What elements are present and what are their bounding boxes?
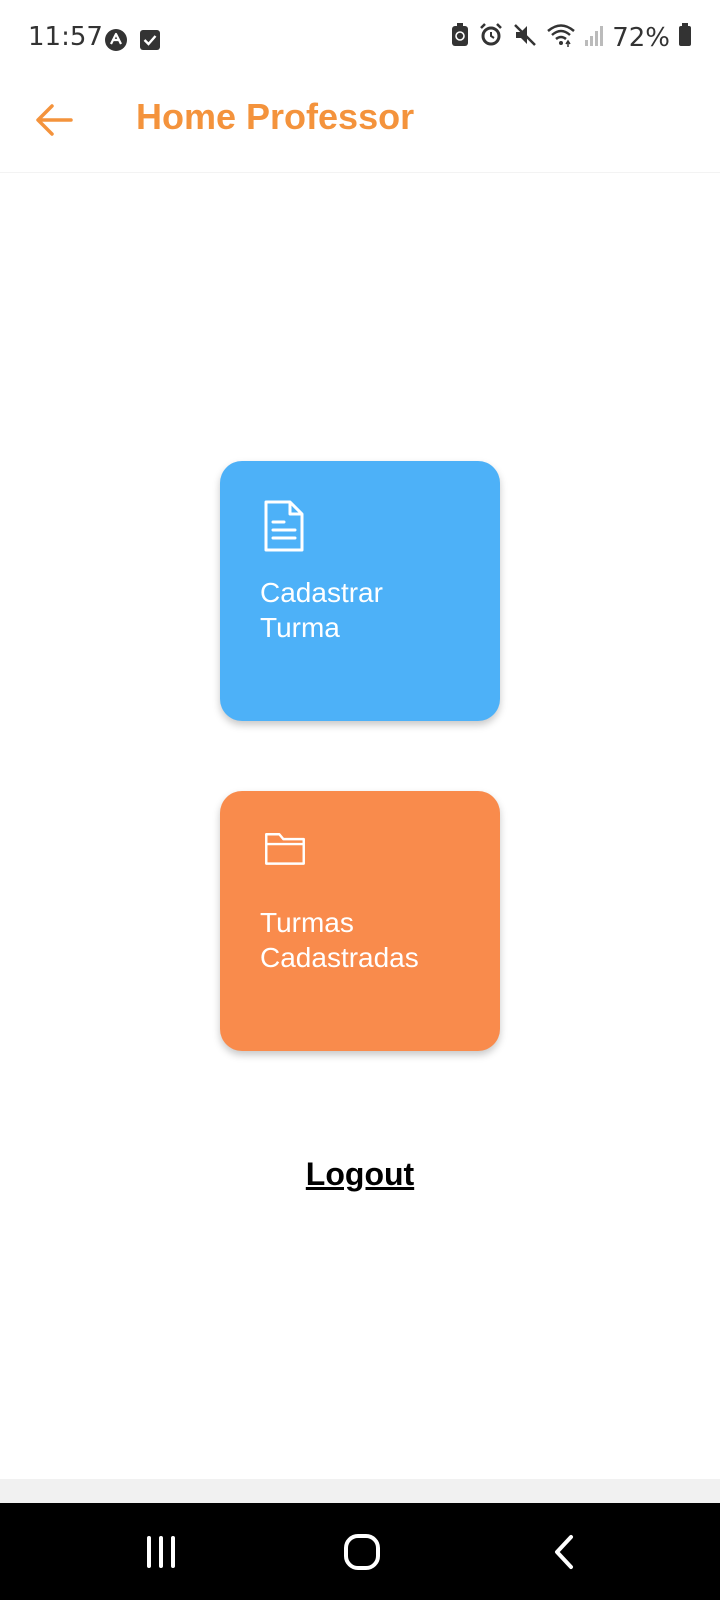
home-icon bbox=[344, 1534, 380, 1570]
card-label-line2: Cadastradas bbox=[260, 942, 419, 973]
mute-icon bbox=[512, 22, 538, 53]
cadastrar-turma-card[interactable]: Cadastrar Turma bbox=[220, 461, 500, 721]
system-nav-bar bbox=[0, 1503, 720, 1600]
arrow-left-icon bbox=[36, 104, 73, 136]
wifi-icon bbox=[546, 22, 576, 53]
screen: 11:57 72% Home Professor Cadastrar Turma… bbox=[0, 0, 720, 1600]
status-bar: 11:57 72% bbox=[0, 0, 720, 80]
card-label-line1: Cadastrar bbox=[260, 577, 383, 608]
check-notification-icon bbox=[138, 28, 162, 57]
app-bar: Home Professor bbox=[0, 80, 720, 173]
bottom-strip bbox=[0, 1479, 720, 1503]
document-icon bbox=[264, 500, 304, 552]
card-label-line1: Turmas bbox=[260, 907, 354, 938]
card-label: Cadastrar Turma bbox=[260, 575, 480, 645]
app-notification-icon bbox=[104, 28, 128, 57]
status-time: 11:57 bbox=[28, 22, 103, 52]
battery-percent: 72% bbox=[612, 22, 670, 53]
status-left-icons bbox=[104, 28, 162, 57]
page-title: Home Professor bbox=[136, 96, 415, 137]
recents-icon bbox=[147, 1536, 175, 1568]
battery-icon bbox=[678, 22, 692, 53]
signal-icon bbox=[584, 22, 604, 53]
back-button[interactable] bbox=[28, 94, 80, 146]
logout-link[interactable]: Logout bbox=[0, 1156, 720, 1193]
home-button[interactable] bbox=[332, 1527, 392, 1577]
turmas-cadastradas-card[interactable]: Turmas Cadastradas bbox=[220, 791, 500, 1051]
back-nav-button[interactable] bbox=[534, 1527, 594, 1577]
folder-icon bbox=[265, 833, 305, 865]
card-label-line2: Turma bbox=[260, 612, 340, 643]
status-right-icons: 72% bbox=[450, 22, 692, 53]
back-nav-icon bbox=[555, 1535, 573, 1569]
battery-saver-icon bbox=[450, 22, 470, 53]
alarm-icon bbox=[478, 22, 504, 53]
recents-button[interactable] bbox=[131, 1527, 191, 1577]
card-label: Turmas Cadastradas bbox=[260, 905, 480, 975]
